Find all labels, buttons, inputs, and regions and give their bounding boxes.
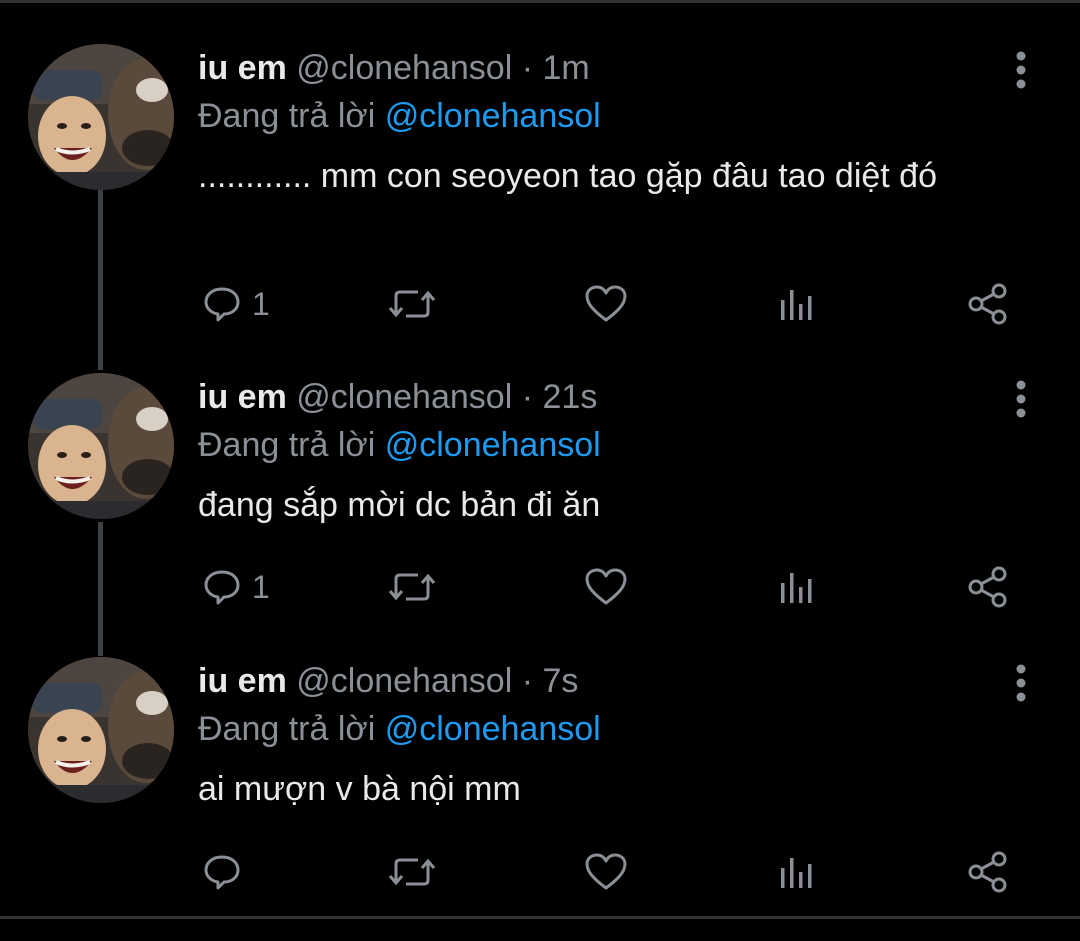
tweet-content: iu em @clonehansol · 1m Đang trả lời @cl… <box>198 44 1008 198</box>
avatar-image <box>28 373 174 519</box>
tweet-text: đang sắp mời dc bản đi ăn <box>198 486 601 524</box>
like-button[interactable] <box>584 847 628 897</box>
replying-to-mention[interactable]: @clonehansol <box>385 97 601 135</box>
analytics-button[interactable] <box>778 279 818 329</box>
replying-to-line: Đang trả lời @clonehansol <box>198 705 1008 753</box>
timestamp[interactable]: 7s <box>543 662 579 700</box>
share-button[interactable] <box>966 279 1010 329</box>
separator: · <box>521 662 534 700</box>
reply-count: 1 <box>252 569 270 605</box>
retweet-button[interactable] <box>388 847 436 897</box>
separator: · <box>521 49 534 87</box>
retweet-button[interactable] <box>388 279 436 329</box>
tweet[interactable]: iu em @clonehansol · 1m Đang trả lời @cl… <box>0 44 1080 328</box>
top-divider <box>0 0 1080 3</box>
share-button[interactable] <box>966 847 1010 897</box>
timestamp[interactable]: 21s <box>543 378 598 416</box>
analytics-button[interactable] <box>778 562 818 612</box>
replying-to-label: Đang trả lời <box>198 97 376 135</box>
tweet-header: iu em @clonehansol · 21s <box>198 373 1008 421</box>
tweet-content: iu em @clonehansol · 7s Đang trả lời @cl… <box>198 657 1008 811</box>
display-name[interactable]: iu em <box>198 662 287 700</box>
bottom-divider <box>0 916 1080 919</box>
retweet-icon <box>388 573 436 601</box>
reply-button[interactable] <box>202 847 252 897</box>
replying-to-mention[interactable]: @clonehansol <box>385 710 601 748</box>
analytics-button[interactable] <box>778 847 818 897</box>
username-handle[interactable]: @clonehansol <box>296 662 512 700</box>
display-name[interactable]: iu em <box>198 378 287 416</box>
tweet-header: iu em @clonehansol · 7s <box>198 657 1008 705</box>
reply-icon <box>204 570 240 605</box>
timestamp[interactable]: 1m <box>543 49 590 87</box>
replying-to-mention[interactable]: @clonehansol <box>385 426 601 464</box>
avatar[interactable] <box>28 657 174 803</box>
action-bar: 1 <box>198 562 1028 612</box>
retweet-icon <box>388 290 436 318</box>
tweet-text: ai mượn v bà nội mm <box>198 770 521 808</box>
display-name[interactable]: iu em <box>198 49 287 87</box>
reply-button[interactable]: 1 <box>202 279 270 329</box>
like-icon <box>585 285 627 322</box>
like-icon <box>585 568 627 605</box>
like-icon <box>585 853 627 890</box>
tweet[interactable]: iu em @clonehansol · 7s Đang trả lời @cl… <box>0 657 1080 941</box>
tweet-text: ............ mm con seoyeon tao gặp đâu … <box>198 157 938 195</box>
avatar[interactable] <box>28 44 174 190</box>
more-icon[interactable] <box>1008 663 1034 703</box>
retweet-button[interactable] <box>388 562 436 612</box>
username-handle[interactable]: @clonehansol <box>296 49 512 87</box>
like-button[interactable] <box>584 562 628 612</box>
tweet[interactable]: iu em @clonehansol · 21s Đang trả lời @c… <box>0 373 1080 657</box>
avatar-image <box>28 44 174 190</box>
analytics-icon <box>781 573 812 603</box>
username-handle[interactable]: @clonehansol <box>296 378 512 416</box>
analytics-icon <box>781 858 812 888</box>
action-bar <box>198 847 1028 897</box>
share-icon <box>968 851 1007 893</box>
tweet-content: iu em @clonehansol · 21s Đang trả lời @c… <box>198 373 1008 527</box>
like-button[interactable] <box>584 279 628 329</box>
more-icon[interactable] <box>1008 50 1034 90</box>
reply-button[interactable]: 1 <box>202 562 270 612</box>
reply-count: 1 <box>252 286 270 322</box>
retweet-icon <box>388 858 436 886</box>
tweet-header: iu em @clonehansol · 1m <box>198 44 1008 92</box>
analytics-icon <box>781 290 812 320</box>
share-icon <box>968 283 1007 325</box>
replying-to-line: Đang trả lời @clonehansol <box>198 92 1008 140</box>
more-icon[interactable] <box>1008 379 1034 419</box>
reply-icon <box>204 855 240 890</box>
separator: · <box>521 378 534 416</box>
share-icon <box>968 566 1007 608</box>
action-bar: 1 <box>198 279 1028 329</box>
replying-to-line: Đang trả lời @clonehansol <box>198 421 1008 469</box>
replying-to-label: Đang trả lời <box>198 426 376 464</box>
avatar-image <box>28 657 174 803</box>
replying-to-label: Đang trả lời <box>198 710 376 748</box>
reply-icon <box>204 287 240 322</box>
share-button[interactable] <box>966 562 1010 612</box>
avatar[interactable] <box>28 373 174 519</box>
